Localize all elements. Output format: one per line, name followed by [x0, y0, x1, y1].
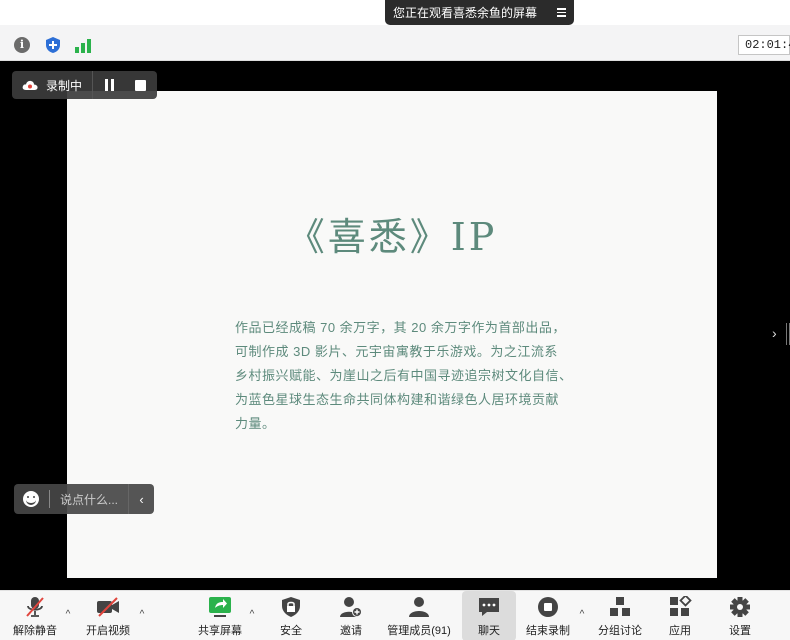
slide-line: 作品已经成稿 70 余万字，其 20 余万字作为首部出品，: [235, 320, 566, 335]
share-screen-label: 共享屏幕: [198, 625, 242, 637]
gear-icon: [730, 597, 750, 617]
recording-indicator: 录制中: [12, 71, 157, 99]
chat-button[interactable]: 聊天: [462, 591, 516, 640]
network-signal-icon[interactable]: [75, 37, 93, 53]
share-screen-icon: [209, 597, 231, 617]
shared-screen-area: 录制中 《喜悉》IP 作品已经成稿 70 余万字，其 20 余万字作为首部出品，…: [0, 61, 790, 590]
slide-title: 《喜悉》IP: [286, 215, 498, 259]
participants-icon: [409, 597, 429, 617]
share-banner-text: 您正在观看喜悉余鱼的屏幕: [393, 6, 538, 20]
video-options-chevron-up-icon[interactable]: ^: [137, 610, 147, 620]
meeting-timer: 02:01:40: [738, 35, 790, 55]
microphone-muted-icon: [26, 597, 44, 617]
share-options-chevron-up-icon[interactable]: ^: [247, 610, 257, 620]
encryption-shield-icon[interactable]: [45, 36, 61, 54]
screen-share-banner[interactable]: 您正在观看喜悉余鱼的屏幕: [385, 0, 574, 25]
slide-line: 为蓝色星球生态生命共同体构建和谐绿色人居环境贡献: [235, 392, 560, 407]
apps-label: 应用: [669, 625, 691, 637]
add-user-icon: [340, 597, 362, 617]
security-shield-icon: [282, 597, 300, 617]
meeting-status-bar: i 02:01:40: [0, 25, 790, 61]
meeting-toolbar: 解除静音 ^ 开启视频 ^ 共享屏幕 ^ 安全 邀请 管理成员(91) 聊天 结…: [0, 590, 790, 640]
stop-record-icon: [538, 597, 558, 617]
security-button[interactable]: 安全: [268, 591, 314, 640]
participants-button[interactable]: 管理成员(91): [384, 591, 454, 640]
slide-body: 作品已经成稿 70 余万字，其 20 余万字作为首部出品， 可制作成 3D 影片…: [235, 316, 585, 436]
chat-label: 聊天: [478, 625, 500, 637]
unmute-button[interactable]: 解除静音: [10, 591, 60, 640]
record-options-chevron-up-icon[interactable]: ^: [577, 610, 587, 620]
invite-button[interactable]: 邀请: [328, 591, 374, 640]
start-video-label: 开启视频: [86, 625, 130, 637]
breakout-rooms-button[interactable]: 分组讨论: [594, 591, 646, 640]
slide-line: 力量。: [235, 416, 276, 431]
start-video-button[interactable]: 开启视频: [82, 591, 134, 640]
end-recording-label: 结束录制: [526, 625, 570, 637]
participants-label: 管理成员(91): [387, 625, 451, 637]
chat-bubble-icon: [479, 598, 499, 616]
cloud-record-icon: [22, 80, 38, 90]
pause-recording-icon[interactable]: [105, 79, 117, 91]
chat-input-placeholder[interactable]: 说点什么...: [60, 491, 118, 508]
recording-label: 录制中: [46, 78, 83, 93]
end-recording-button[interactable]: 结束录制: [522, 591, 574, 640]
emoji-icon[interactable]: [23, 491, 39, 507]
breakout-rooms-label: 分组讨论: [598, 625, 642, 637]
settings-label: 设置: [729, 625, 751, 637]
share-screen-button[interactable]: 共享屏幕: [194, 591, 246, 640]
divider: [49, 490, 50, 508]
slide-line: 乡村振兴赋能、为崖山之后有中国寻迹追宗树文化自信、: [235, 368, 573, 383]
settings-button[interactable]: 设置: [718, 591, 762, 640]
unmute-label: 解除静音: [13, 625, 57, 637]
chevron-left-icon[interactable]: ‹: [128, 484, 154, 514]
audio-options-chevron-up-icon[interactable]: ^: [63, 610, 73, 620]
video-off-icon: [97, 597, 119, 617]
slide-line: 可制作成 3D 影片、元宇宙寓教于乐游戏。为之江流系: [235, 344, 558, 359]
panel-resize-handle[interactable]: [786, 323, 790, 345]
breakout-rooms-icon: [610, 597, 630, 616]
menu-icon[interactable]: [557, 8, 566, 17]
apps-grid-icon: [670, 596, 692, 616]
info-icon[interactable]: i: [14, 37, 30, 53]
apps-button[interactable]: 应用: [658, 591, 702, 640]
presentation-slide: 《喜悉》IP 作品已经成稿 70 余万字，其 20 余万字作为首部出品， 可制作…: [67, 91, 717, 578]
chevron-right-icon[interactable]: ›: [772, 325, 784, 341]
quick-chat-input[interactable]: 说点什么... ‹: [14, 484, 154, 514]
security-label: 安全: [280, 625, 302, 637]
divider: [92, 71, 94, 99]
stop-recording-icon[interactable]: [135, 79, 147, 91]
invite-label: 邀请: [340, 625, 362, 637]
